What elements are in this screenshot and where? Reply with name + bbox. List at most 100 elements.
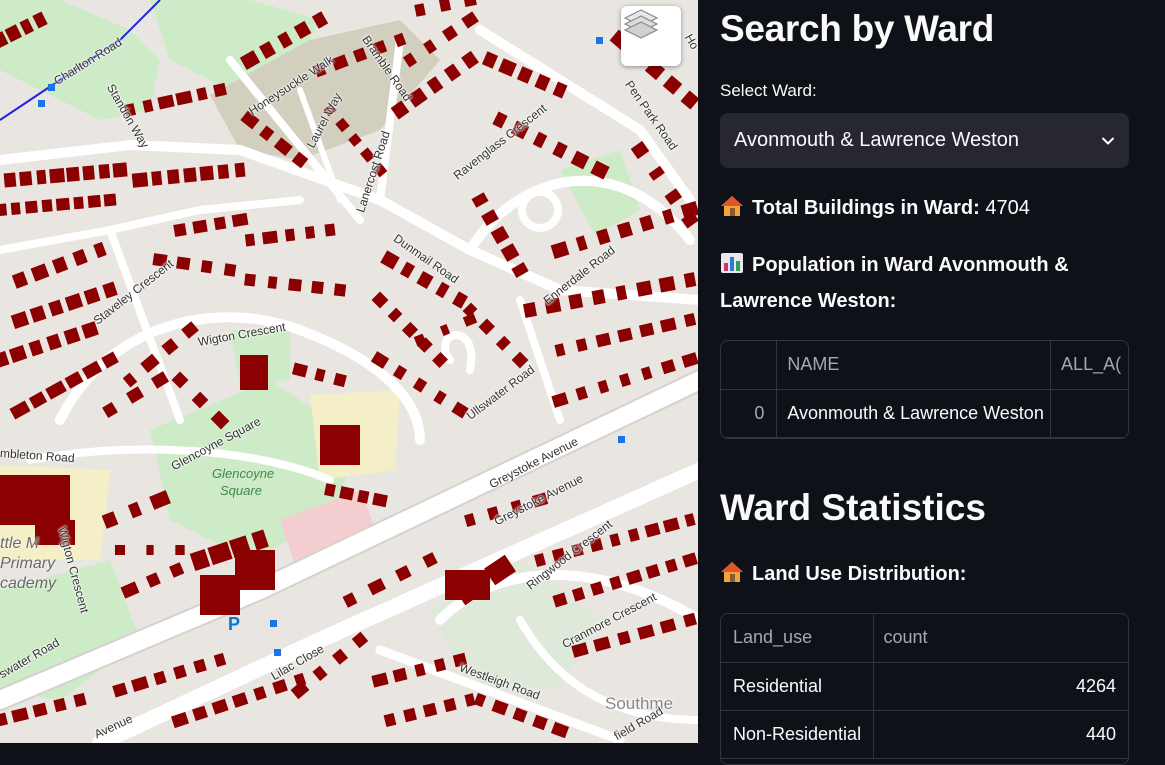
bus-stop-marker[interactable] [274, 649, 281, 656]
building-footprint [627, 528, 640, 542]
building-footprint [196, 87, 208, 101]
building-footprint [512, 707, 528, 723]
bar-chart-icon [721, 253, 743, 273]
building-footprint [392, 364, 408, 381]
table-header-cell[interactable]: Land_use [721, 614, 874, 663]
land-use-heading: Land Use Distribution: [720, 556, 966, 592]
building-footprint [176, 256, 191, 271]
building-footprint [45, 380, 67, 400]
building-footprint [173, 223, 187, 237]
building-footprint [435, 281, 450, 299]
building-footprint [422, 702, 438, 718]
building-footprint [351, 631, 369, 649]
building-footprint [9, 400, 31, 420]
bus-stop-marker[interactable] [48, 84, 55, 91]
land-use-table[interactable]: Land_use count Residential 4264 Non-Resi… [720, 613, 1129, 765]
population-table[interactable]: NAME ALL_A( 0 Avonmouth & Lawrence Westo… [720, 340, 1129, 439]
parking-icon: P [228, 614, 241, 634]
layer-control-button[interactable] [621, 6, 681, 66]
building-footprint [575, 386, 589, 401]
building-footprint [333, 372, 347, 388]
building-footprint [28, 391, 48, 409]
building-footprint [414, 3, 426, 17]
building-footprint [30, 263, 50, 282]
building-footprint [10, 311, 30, 329]
table-row[interactable]: Residential 4264 [721, 662, 1128, 711]
table-row[interactable]: Non-Residential 440 [721, 710, 1128, 759]
bus-stop-marker[interactable] [270, 620, 277, 627]
table-header-cell[interactable]: NAME [776, 341, 1052, 390]
building-footprint [82, 165, 95, 181]
building-footprint [19, 171, 33, 187]
building-footprint [49, 168, 66, 184]
building-footprint [8, 345, 28, 363]
ward-search-panel: Search by Ward Select Ward: Avonmouth & … [698, 0, 1165, 765]
building-footprint [240, 355, 268, 390]
building-footprint [145, 572, 161, 588]
building-footprint [112, 162, 128, 178]
building-footprint [554, 343, 566, 357]
building-footprint [0, 712, 9, 728]
bus-stop-marker[interactable] [38, 100, 45, 107]
building-footprint [73, 692, 87, 708]
building-footprint [151, 170, 163, 186]
building-footprint [200, 260, 213, 274]
building-footprint [324, 223, 336, 237]
building-footprint [593, 636, 611, 652]
school-label: Primary [0, 555, 56, 572]
total-buildings-line: Total Buildings in Ward: 4704 [720, 190, 1030, 226]
building-footprint [638, 322, 655, 338]
table-cell: Non-Residential [721, 710, 874, 759]
building-footprint [636, 280, 653, 297]
population-heading: Population in Ward Avonmouth & Lawrence … [720, 247, 1140, 319]
building-footprint [131, 172, 149, 188]
building-footprint [0, 203, 8, 217]
building-footprint [161, 338, 179, 356]
table-header-row: Land_use count [721, 614, 1128, 663]
building-footprint [500, 243, 520, 262]
building-footprint [443, 63, 462, 82]
building-footprint [231, 212, 249, 228]
building-footprint [617, 630, 631, 646]
building-footprint [367, 577, 387, 596]
building-footprint [426, 76, 444, 94]
building-footprint [372, 492, 388, 508]
building-footprint [53, 697, 67, 713]
building-footprint [575, 338, 588, 352]
building-footprint [550, 241, 570, 259]
building-footprint [473, 692, 487, 708]
bus-stop-marker[interactable] [596, 37, 603, 44]
building-footprint [660, 359, 676, 375]
bus-stop-marker[interactable] [618, 436, 625, 443]
building-footprint [403, 707, 417, 723]
building-footprint [0, 475, 70, 525]
building-footprint [464, 512, 476, 528]
building-footprint [462, 313, 478, 327]
table-header-cell[interactable]: count [873, 614, 1128, 663]
building-footprint [55, 197, 71, 211]
total-buildings-label: Total Buildings in Ward: [752, 197, 980, 219]
ward-select[interactable]: Avonmouth & Lawrence Weston [720, 113, 1129, 168]
park-label: Glencoyne [212, 466, 275, 481]
building-footprint [681, 352, 698, 368]
house-icon [721, 562, 743, 582]
building-footprint [125, 386, 145, 404]
chevron-down-icon [1102, 137, 1114, 144]
building-footprint [24, 200, 38, 214]
ward-select-value: Avonmouth & Lawrence Weston [734, 129, 1019, 151]
building-footprint [399, 261, 416, 279]
building-footprint [314, 368, 326, 382]
building-footprint [253, 685, 267, 701]
building-footprint [193, 658, 207, 674]
table-row[interactable]: 0 Avonmouth & Lawrence Weston [721, 389, 1128, 438]
building-footprint [532, 131, 548, 149]
building-footprint [63, 327, 81, 345]
building-footprint [312, 665, 328, 682]
building-footprint [304, 225, 316, 240]
building-footprint [683, 272, 697, 288]
building-footprint [463, 0, 477, 8]
table-header-cell[interactable]: ALL_A( [1050, 341, 1128, 390]
building-footprint [461, 50, 479, 70]
map-view[interactable]: Charlton Road Standon Way Honeysuckle Wa… [0, 0, 698, 743]
building-footprint [72, 248, 88, 267]
